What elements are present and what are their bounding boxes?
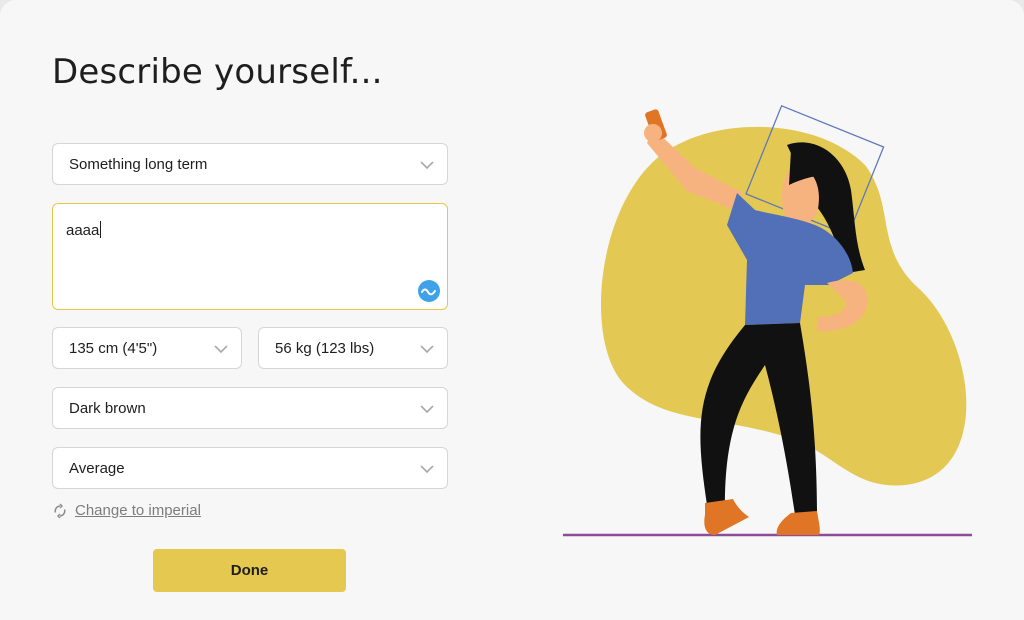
change-to-imperial-link[interactable]: Change to imperial [75,502,201,519]
text-caret [100,221,102,238]
chevron-down-icon [420,405,434,414]
chevron-down-icon [214,345,228,354]
about-me-text: aaaa [66,221,102,239]
chevron-down-icon [420,345,434,354]
chevron-down-icon [420,465,434,474]
about-me-textarea[interactable]: aaaa [52,203,448,310]
weight-value: 56 kg (123 lbs) [275,340,375,357]
body-type-select[interactable]: Average [52,447,448,489]
relationship-goal-value: Something long term [69,156,208,173]
hair-color-value: Dark brown [69,400,146,417]
left-shoe-shape [704,499,749,535]
height-value: 135 cm (4'5") [69,340,158,357]
weight-select[interactable]: 56 kg (123 lbs) [258,327,448,369]
relationship-goal-select[interactable]: Something long term [52,143,448,185]
hair-color-select[interactable]: Dark brown [52,387,448,429]
refresh-icon [54,503,66,519]
describe-yourself-dialog: Describe yourself... Something long term… [0,0,1024,620]
page-title: Describe yourself... [52,52,383,92]
height-select[interactable]: 135 cm (4'5") [52,327,242,369]
done-button[interactable]: Done [153,549,346,592]
hand-shape [644,124,662,142]
chevron-down-icon [420,161,434,170]
right-shoe-shape [776,511,820,535]
selfie-woman-illustration [563,104,972,537]
body-type-value: Average [69,460,125,477]
grammar-check-icon[interactable] [418,280,440,302]
